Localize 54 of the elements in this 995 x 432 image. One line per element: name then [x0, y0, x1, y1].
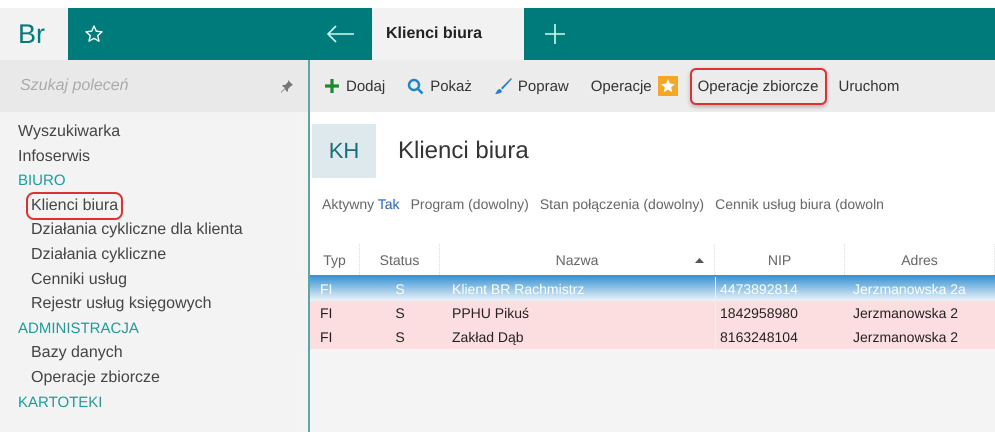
menu-item[interactable]: Wyszukiwarka	[18, 120, 120, 145]
table-cell-text: PPHU Pikuś	[451, 304, 530, 323]
tab[interactable]: Klienci biura	[372, 8, 524, 60]
page-title: Klienci biura	[398, 137, 529, 165]
filter-link[interactable]: Cennik usług biura (dowoln	[715, 196, 884, 244]
section-heading: KARTOTEKI	[18, 392, 102, 413]
table-cell-text: S	[394, 280, 406, 299]
table-row[interactable]: FI S Zakład Dąb 8163248104 Jerzmanowska 2	[310, 325, 995, 349]
column-header[interactable]: Nazwa	[440, 244, 715, 275]
menu-item[interactable]: Cenniki usług	[31, 268, 128, 292]
column-header[interactable]: NIP	[715, 244, 845, 275]
app-logo: Br	[0, 8, 68, 60]
search-icon	[407, 78, 424, 94]
column-header[interactable]: Typ	[310, 244, 360, 275]
menu-item[interactable]: Operacje zbiorcze	[31, 366, 160, 391]
menu-item[interactable]: Działania cykliczne dla klienta	[31, 218, 243, 243]
table-cell-text: Zakład Dąb	[451, 328, 525, 347]
table-row[interactable]: FI S PPHU Pikuś 1842958980 Jerzmanowska 2	[310, 301, 995, 325]
pin-icon[interactable]	[280, 79, 294, 93]
search-field[interactable]: Szukaj poleceń	[0, 60, 308, 112]
filter-link[interactable]: Aktywny Tak	[322, 196, 400, 244]
plus-icon[interactable]	[544, 23, 566, 45]
toolbar-button[interactable]: Dodaj	[320, 72, 390, 100]
menu-item[interactable]: Infoserwis	[18, 144, 90, 170]
table-cell-text: S	[394, 304, 406, 323]
toolbar-button[interactable]: Popraw	[490, 71, 573, 101]
sort-icon	[695, 258, 704, 263]
toolbar-button[interactable]: Operacje	[586, 70, 682, 102]
menu-item[interactable]: Klienci biura	[28, 194, 122, 218]
table-cell-text: Jerzmanowska 2	[852, 304, 960, 323]
toolbar-button[interactable]: Operacje zbiorcze	[690, 68, 827, 104]
column-header[interactable]: Status	[360, 244, 440, 275]
menu-item[interactable]: Bazy danych	[31, 341, 123, 366]
brush-icon	[494, 77, 512, 95]
module-code: KH	[312, 124, 376, 178]
plus-icon	[324, 78, 340, 94]
star-icon[interactable]	[84, 24, 104, 44]
table-cell-text: Jerzmanowska 2	[852, 328, 960, 347]
menu-item[interactable]: Rejestr usług księgowych	[31, 292, 212, 317]
table-cell-text: FI	[319, 304, 334, 323]
section-heading: ADMINISTRACJA	[18, 318, 139, 339]
menu-item[interactable]: Działania cykliczne	[31, 242, 166, 268]
filter-link[interactable]: Stan połączenia (dowolny)	[540, 196, 704, 244]
toolbar-button[interactable]: Uruchom	[834, 72, 904, 100]
toolbar-button[interactable]: Pokaż	[403, 72, 476, 100]
filter-link[interactable]: Program (dowolny)	[410, 196, 529, 244]
table-cell-text: FI	[319, 328, 334, 347]
back-arrow-icon[interactable]	[327, 25, 355, 43]
table-cell-text: Klient BR Rachmistrz	[451, 280, 586, 299]
column-header[interactable]: Adres	[845, 244, 995, 275]
table-cell-text: Jerzmanowska 2a	[852, 280, 967, 299]
table-cell-text: FI	[319, 280, 334, 299]
table-cell-text: S	[394, 328, 406, 347]
section-heading: BIURO	[18, 171, 66, 192]
